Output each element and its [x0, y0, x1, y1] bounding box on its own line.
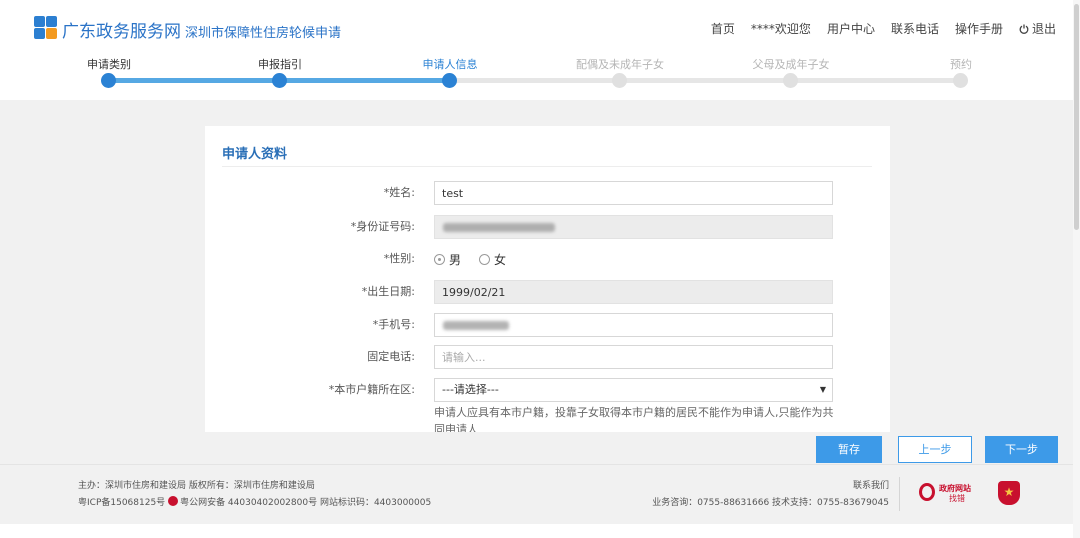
- step-spouse-minors: 配偶及未成年子女: [550, 56, 690, 88]
- phone-label: 固定电话:: [367, 350, 415, 363]
- magnifier-icon: [919, 483, 935, 501]
- step-label: 申请人信息: [422, 58, 478, 71]
- form-title: 申请人资料: [222, 147, 288, 162]
- district-select[interactable]: ---请选择--- ▼: [434, 378, 833, 402]
- phone-row: 固定电话:: [205, 345, 890, 369]
- top-nav: 首页 ****欢迎您 用户中心 联系电话 操作手册 退出: [711, 20, 1056, 37]
- footer-filing: 粤ICP备15068125号 粤公网安备 44030402002800号 网站标…: [78, 495, 431, 512]
- gender-label: *性别:: [383, 252, 415, 265]
- step-label: 配偶及未成年子女: [576, 58, 664, 71]
- police-badge-icon: [168, 496, 179, 506]
- name-label: *姓名:: [383, 186, 415, 199]
- radio-circle-icon: [479, 253, 491, 265]
- footer-contact: 联系我们 业务咨询：0755-88631666 技术支持：0755-836790…: [652, 478, 889, 512]
- page-footer: 主办：深圳市住房和建设局 版权所有：深圳市住房和建设局 粤ICP备1506812…: [0, 464, 1080, 524]
- brand-name: 广东政务服务网: [62, 22, 181, 42]
- nav-manual[interactable]: 操作手册: [955, 20, 1003, 37]
- step-parents-adult-children: 父母及成年子女: [721, 56, 861, 88]
- power-icon: [1019, 24, 1029, 34]
- district-selected-value: ---请选择---: [442, 383, 499, 396]
- nav-welcome: ****欢迎您: [750, 22, 811, 36]
- step-dot: [783, 73, 798, 88]
- step-dot: [953, 73, 968, 88]
- gender-female-radio[interactable]: 女: [479, 251, 506, 268]
- previous-step-button[interactable]: 上一步: [898, 436, 972, 463]
- footer-police[interactable]: 粤公网安备 44030402002800号 网站标识码：4403000005: [180, 498, 431, 508]
- step-applicant-info: 申请人信息: [380, 56, 520, 88]
- brand-subtitle: 深圳市保障性住房轮候申请: [185, 26, 342, 41]
- footer-info: 主办：深圳市住房和建设局 版权所有：深圳市住房和建设局 粤ICP备1506812…: [78, 478, 431, 512]
- step-label: 申报指引: [258, 58, 302, 71]
- district-row: *本市户籍所在区: ---请选择--- ▼: [205, 378, 890, 402]
- redacted-mobile-value: [443, 321, 509, 330]
- step-application-category: 申请类别: [39, 56, 179, 88]
- redacted-id-value: [443, 223, 555, 232]
- id-row: *身份证号码:: [205, 215, 890, 239]
- landline-input[interactable]: [434, 345, 833, 369]
- party-emblem-icon[interactable]: ★: [998, 481, 1020, 505]
- gender-radio-group: 男 女: [434, 247, 506, 271]
- mobile-row: *手机号:: [205, 313, 890, 337]
- footer-icp[interactable]: 粤ICP备15068125号: [78, 498, 165, 508]
- gov-site-report-badge[interactable]: 政府网站 找错: [919, 481, 993, 505]
- gender-female-label: 女: [494, 252, 507, 267]
- scrollbar-thumb[interactable]: [1074, 4, 1079, 230]
- page-scrollbar[interactable]: [1073, 0, 1080, 538]
- step-guidelines: 申报指引: [210, 56, 350, 88]
- gov-badge-bottom: 找错: [949, 494, 965, 503]
- save-draft-button[interactable]: 暂存: [816, 436, 882, 463]
- logout-button[interactable]: 退出: [1019, 20, 1056, 37]
- gender-male-label: 男: [449, 252, 462, 267]
- birth-date-field: [434, 280, 833, 304]
- progress-steps: 申请类别 申报指引 申请人信息 配偶及未成年子女 父母及成年子女 预约: [0, 56, 1080, 100]
- nav-home[interactable]: 首页: [711, 20, 735, 37]
- step-dot: [442, 73, 457, 88]
- footer-support: 业务咨询：0755-88631666 技术支持：0755-83679045: [652, 498, 889, 508]
- id-label: *身份证号码:: [350, 220, 415, 233]
- birth-row: *出生日期:: [205, 280, 890, 304]
- district-label: *本市户籍所在区:: [328, 383, 415, 396]
- step-dot: [101, 73, 116, 88]
- mobile-label: *手机号:: [372, 318, 415, 331]
- site-brand[interactable]: 广东政务服务网 深圳市保障性住房轮候申请: [62, 17, 341, 42]
- id-number-field: [434, 215, 833, 239]
- step-label: 申请类别: [87, 58, 131, 71]
- gender-male-radio[interactable]: 男: [434, 251, 461, 268]
- applicant-form-card: 申请人资料 *姓名: *身份证号码: *性别: 男 女 *出生日期: *手机号:: [205, 126, 890, 432]
- name-row: *姓名:: [205, 181, 890, 205]
- footer-contact-us[interactable]: 联系我们: [652, 478, 889, 495]
- footer-sponsor: 主办：深圳市住房和建设局 版权所有：深圳市住房和建设局: [78, 481, 315, 491]
- caret-down-icon: ▼: [819, 385, 826, 394]
- form-divider: [222, 166, 872, 167]
- district-hint: 申请人应具有本市户籍，投靠子女取得本市户籍的居民不能作为申请人,只能作为共同申请…: [434, 406, 834, 432]
- mobile-input[interactable]: [434, 313, 833, 337]
- step-dot: [272, 73, 287, 88]
- birth-label: *出生日期:: [361, 285, 415, 298]
- logout-label: 退出: [1031, 22, 1056, 36]
- name-input[interactable]: [434, 181, 833, 205]
- nav-user-center[interactable]: 用户中心: [827, 20, 875, 37]
- step-label: 父母及成年子女: [752, 58, 830, 71]
- step-label: 预约: [950, 58, 972, 71]
- radio-circle-icon: [434, 253, 445, 265]
- nav-contact[interactable]: 联系电话: [891, 20, 939, 37]
- gender-row: *性别: 男 女: [205, 247, 890, 271]
- next-step-button[interactable]: 下一步: [985, 436, 1058, 463]
- top-header: 广东政务服务网 深圳市保障性住房轮候申请 首页 ****欢迎您 用户中心 联系电话…: [0, 0, 1080, 56]
- footer-divider: [899, 477, 900, 511]
- step-dot: [612, 73, 627, 88]
- step-appointment: 预约: [891, 56, 1031, 88]
- guangdong-logo-icon[interactable]: [34, 16, 58, 40]
